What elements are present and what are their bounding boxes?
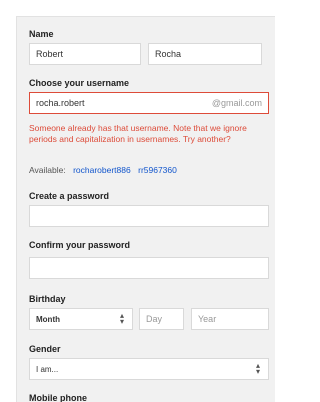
confirm-password-input[interactable] <box>29 257 269 279</box>
first-name-input[interactable]: Robert <box>29 43 141 65</box>
confirm-password-label: Confirm your password <box>29 240 131 250</box>
password-input[interactable] <box>29 205 269 227</box>
suggestion-link-2[interactable]: rr5967360 <box>138 165 177 175</box>
year-placeholder: Year <box>198 314 217 324</box>
month-value: Month <box>36 315 60 324</box>
up-down-arrow-icon: ▴ ▾ <box>119 311 124 326</box>
up-down-arrow-icon: ▴ ▾ <box>255 361 260 376</box>
day-placeholder: Day <box>146 314 163 324</box>
suggestion-link-1[interactable]: rocharobert886 <box>73 165 131 175</box>
available-label: Available: <box>29 165 66 175</box>
gender-select[interactable]: I am... ▴ ▾ <box>29 358 269 380</box>
signup-form: Name Robert Rocha Choose your username r… <box>16 16 275 402</box>
gender-value: I am... <box>36 365 59 374</box>
gmail-suffix: @gmail.com <box>211 98 262 108</box>
username-value: rocha.robert <box>36 98 85 108</box>
gender-label: Gender <box>29 344 61 354</box>
month-select[interactable]: Month ▴ ▾ <box>29 308 133 330</box>
username-input[interactable]: rocha.robert @gmail.com <box>29 92 269 114</box>
username-label: Choose your username <box>29 78 130 88</box>
last-name-input[interactable]: Rocha <box>148 43 262 65</box>
birthday-label: Birthday <box>29 294 66 304</box>
name-label: Name <box>29 29 54 39</box>
day-input[interactable]: Day <box>139 308 184 330</box>
password-label: Create a password <box>29 191 110 201</box>
username-error-message: Someone already has that username. Note … <box>29 123 247 144</box>
year-input[interactable]: Year <box>191 308 269 330</box>
mobile-phone-label: Mobile phone <box>29 393 87 402</box>
available-suggestions: Available: rocharobert886 rr5967360 <box>29 165 177 175</box>
